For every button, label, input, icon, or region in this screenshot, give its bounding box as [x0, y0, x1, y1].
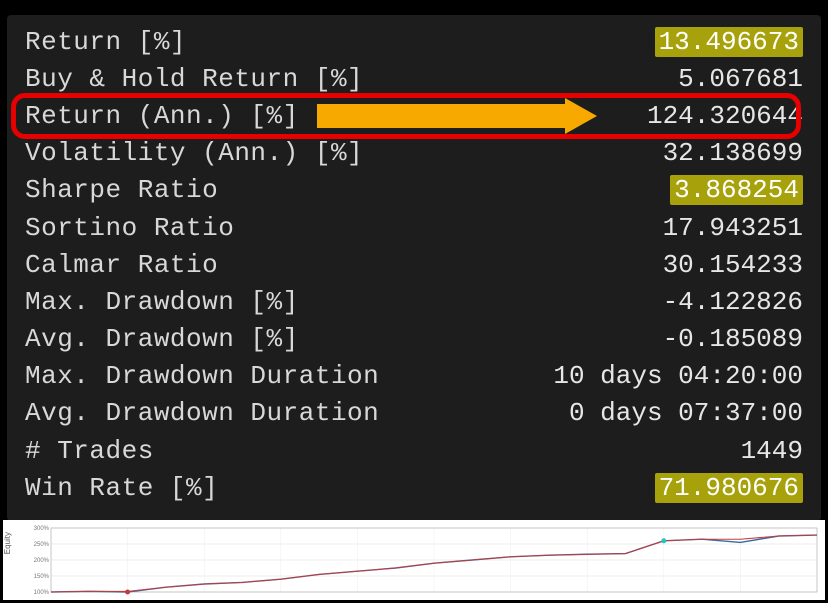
stat-value: -4.122826: [663, 287, 803, 317]
stat-row: Buy & Hold Return [%] 5.067681: [7, 60, 821, 97]
stat-label: Max. Drawdown Duration: [25, 361, 379, 391]
stats-table: Return [%]13.496673Buy & Hold Return [%]…: [7, 15, 821, 521]
stat-label: Win Rate [%]: [25, 473, 218, 503]
equity-chart-ylabel: Equity: [3, 532, 12, 554]
stat-label: Return (Ann.) [%]: [25, 101, 299, 131]
stat-row: Return (Ann.) [%] 124.320644: [7, 97, 821, 134]
equity-chart-svg: 100% 150% 200% 250% 300%: [31, 524, 821, 596]
stat-value: 13.496673: [655, 27, 803, 57]
arrow-icon: [317, 100, 597, 132]
stat-value: 71.980676: [655, 473, 803, 503]
stat-value: 32.138699: [663, 138, 803, 168]
equity-chart: Equity 100% 150% 200% 250% 300%: [3, 520, 825, 600]
stat-row: Sharpe Ratio 3.868254: [7, 172, 821, 209]
stat-label: Avg. Drawdown Duration: [25, 398, 379, 428]
stat-label: Sortino Ratio: [25, 213, 234, 243]
stat-row: Win Rate [%] 71.980676: [7, 469, 821, 506]
stat-label: Calmar Ratio: [25, 250, 218, 280]
stat-row: Max. Drawdown [%] -4.122826: [7, 283, 821, 320]
stat-label: # Trades: [25, 436, 154, 466]
stat-label: Buy & Hold Return [%]: [25, 64, 363, 94]
svg-text:150%: 150%: [34, 574, 50, 580]
stat-row: Sortino Ratio 17.943251: [7, 209, 821, 246]
stat-value: 30.154233: [663, 250, 803, 280]
svg-text:250%: 250%: [34, 542, 50, 548]
svg-text:100%: 100%: [34, 590, 50, 596]
stat-value: 3.868254: [670, 175, 803, 205]
stat-row: Avg. Drawdown [%] -0.185089: [7, 321, 821, 358]
svg-text:200%: 200%: [34, 558, 50, 564]
stat-value: 1449: [741, 436, 803, 466]
stat-row: Return [%] 13.496673: [7, 23, 821, 60]
stat-row: Volatility (Ann.) [%] 32.138699: [7, 135, 821, 172]
stat-value: -0.185089: [663, 324, 803, 354]
stat-value: 5.067681: [678, 64, 803, 94]
stat-row: # Trades 1449: [7, 432, 821, 469]
stat-row: Calmar Ratio 30.154233: [7, 246, 821, 283]
stat-label: Avg. Drawdown [%]: [25, 324, 299, 354]
stat-label: Volatility (Ann.) [%]: [25, 138, 363, 168]
stat-value: 124.320644: [647, 101, 803, 131]
stat-value: 17.943251: [663, 213, 803, 243]
stat-label: Sharpe Ratio: [25, 175, 218, 205]
stat-row: Max. Drawdown Duration 10 days 04:20:00: [7, 358, 821, 395]
svg-text:300%: 300%: [34, 526, 50, 532]
backtest-output: Return [%]13.496673Buy & Hold Return [%]…: [0, 0, 828, 603]
stat-label: Return [%]: [25, 27, 186, 57]
stat-value: 10 days 04:20:00: [553, 361, 803, 391]
stat-row: Avg. Drawdown Duration 0 days 07:37:00: [7, 395, 821, 432]
stat-value: 0 days 07:37:00: [569, 398, 803, 428]
stat-label: Max. Drawdown [%]: [25, 287, 299, 317]
